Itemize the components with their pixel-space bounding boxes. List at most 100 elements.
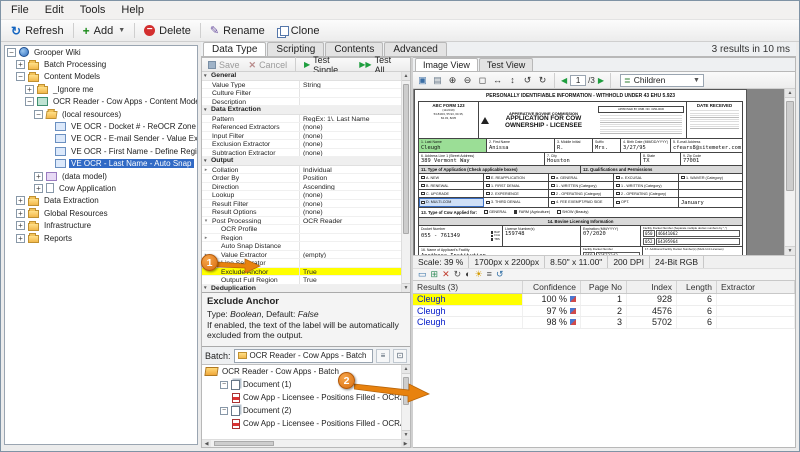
property-row-description[interactable]: Description bbox=[202, 98, 401, 107]
zone-select-icon[interactable]: ▭ bbox=[418, 269, 427, 280]
scroll-right-icon[interactable]: ▶ bbox=[401, 440, 410, 447]
scroll-down-icon[interactable]: ▼ bbox=[402, 283, 410, 292]
property-row-pattern[interactable]: PatternRegEx: 1\. Last Name bbox=[202, 115, 401, 124]
clone-button[interactable]: Clone bbox=[271, 23, 326, 39]
scroll-up-icon[interactable]: ▲ bbox=[402, 365, 410, 374]
scrollbar-thumb[interactable] bbox=[214, 441, 274, 446]
document-page-image[interactable]: PERSONALLY IDENTIFIABLE INFORMATION - WI… bbox=[414, 89, 747, 255]
expander-icon[interactable]: − bbox=[220, 381, 228, 389]
property-row-ocr-profile[interactable]: OCR Profile bbox=[202, 225, 401, 234]
tree-item-grooper-wiki[interactable]: −Grooper Wiki bbox=[5, 46, 197, 58]
batch-expand-icon[interactable]: ⊡ bbox=[393, 349, 407, 363]
property-row-culture-filter[interactable]: Culture Filter bbox=[202, 89, 401, 98]
result-row[interactable]: Cleugh98 %357026 bbox=[413, 317, 795, 329]
fit-height-icon[interactable]: ↕ bbox=[506, 74, 519, 87]
scroll-down-icon[interactable]: ▼ bbox=[402, 430, 410, 439]
expander-icon[interactable]: + bbox=[16, 196, 25, 205]
expander-icon[interactable]: − bbox=[16, 72, 25, 81]
expander-icon[interactable]: + bbox=[34, 184, 43, 193]
property-category[interactable]: ▾Deduplication bbox=[202, 285, 401, 294]
viewer-tab-image-view[interactable]: Image View bbox=[415, 58, 478, 71]
cancel-button[interactable]: ✕ Cancel bbox=[245, 59, 292, 71]
tree-item-cow-application[interactable]: +Cow Application bbox=[5, 182, 197, 194]
batch-horizontal-scrollbar[interactable]: ◀ ▶ bbox=[202, 439, 410, 447]
property-row-referenced-extractors[interactable]: Referenced Extractors(none) bbox=[202, 123, 401, 132]
expander-icon[interactable]: + bbox=[34, 172, 43, 181]
batch-combo[interactable]: OCR Reader - Cow Apps - Batch bbox=[234, 349, 373, 363]
result-row[interactable]: Cleugh100 %19286 bbox=[413, 294, 795, 306]
page-number-input[interactable]: 1 bbox=[570, 75, 586, 86]
property-row-direction[interactable]: DirectionAscending bbox=[202, 183, 401, 192]
tree-item-ve-ocr-last-name-auto-snap[interactable]: VE OCR - Last Name - Auto Snap bbox=[5, 158, 197, 170]
property-category[interactable]: ▾General bbox=[202, 72, 401, 81]
property-row-auto-snap-distance[interactable]: Auto Snap Distance bbox=[202, 242, 401, 251]
menu-tools[interactable]: Tools bbox=[72, 2, 114, 18]
fit-width-icon[interactable]: ↔ bbox=[491, 74, 504, 87]
expander-icon[interactable]: − bbox=[25, 97, 34, 106]
property-row-region[interactable]: ▸Region bbox=[202, 234, 401, 243]
property-category[interactable]: ▾Data Extraction bbox=[202, 106, 401, 115]
viewer-tab-test-view[interactable]: Test View bbox=[479, 58, 533, 71]
copy-image-icon[interactable]: ▤ bbox=[431, 74, 444, 87]
tree-item-ve-ocr-e-mail-sender-value-extractor[interactable]: VE OCR - E-mail Sender - Value Extractor bbox=[5, 133, 197, 145]
measure-icon[interactable]: ≡ bbox=[487, 269, 492, 280]
expander-icon[interactable]: − bbox=[7, 48, 16, 57]
tree-item-ve-ocr-first-name-define-region[interactable]: VE OCR - First Name - Define Region bbox=[5, 145, 197, 157]
property-row-collation[interactable]: ▸CollationIndividual bbox=[202, 166, 401, 175]
expander-icon[interactable]: + bbox=[25, 85, 34, 94]
viewer-scrollbar[interactable]: ▲ ▼ bbox=[784, 89, 795, 255]
tree-item-data-model[interactable]: +(data model) bbox=[5, 170, 197, 182]
property-row-subtraction-extractor[interactable]: Subtraction Extractor(none) bbox=[202, 149, 401, 158]
scroll-up-icon[interactable]: ▲ bbox=[402, 72, 410, 81]
brightness-icon[interactable]: ☀ bbox=[475, 269, 483, 280]
prev-page-icon[interactable]: ◀ bbox=[560, 76, 568, 85]
zone-delete-icon[interactable]: ✕ bbox=[442, 269, 450, 280]
tree-item-data-extraction[interactable]: +Data Extraction bbox=[5, 195, 197, 207]
menu-help[interactable]: Help bbox=[113, 2, 152, 18]
batch-item-cow-app-licensee-positions-fil[interactable]: Cow App - Licensee - Positions Filled - … bbox=[202, 417, 401, 430]
expander-icon[interactable]: + bbox=[16, 234, 25, 243]
image-viewer-canvas[interactable]: PERSONALLY IDENTIFIABLE INFORMATION - WI… bbox=[413, 89, 795, 255]
tree-item-reports[interactable]: +Reports bbox=[5, 232, 197, 244]
tree-item-batch-processing[interactable]: +Batch Processing bbox=[5, 58, 197, 70]
invert-colors-icon[interactable]: ◐ bbox=[465, 269, 470, 280]
delete-button[interactable]: − Delete bbox=[138, 23, 197, 39]
scroll-down-icon[interactable]: ▼ bbox=[785, 246, 795, 255]
tree-item-ve-ocr-docket-reocr-zone[interactable]: VE OCR - Docket # - ReOCR Zone bbox=[5, 120, 197, 132]
menu-file[interactable]: File bbox=[3, 2, 37, 18]
scroll-left-icon[interactable]: ◀ bbox=[202, 440, 211, 447]
tree-item-infrastructure[interactable]: +Infrastructure bbox=[5, 219, 197, 231]
property-row-exclusion-extractor[interactable]: Exclusion Extractor(none) bbox=[202, 140, 401, 149]
save-image-icon[interactable]: ▣ bbox=[416, 74, 429, 87]
batch-view-options-icon[interactable]: ≡ bbox=[376, 349, 390, 363]
scrollbar-thumb[interactable] bbox=[786, 101, 794, 191]
refresh-button[interactable]: ↻ Refresh bbox=[5, 23, 70, 39]
tree-item-ignore-me[interactable]: +_Ignore me bbox=[5, 83, 197, 95]
zoom-out-icon[interactable]: ⊖ bbox=[461, 74, 474, 87]
property-row-result-options[interactable]: Result Options(none) bbox=[202, 208, 401, 217]
expander-icon[interactable]: − bbox=[220, 407, 228, 415]
expander-icon[interactable]: − bbox=[34, 110, 43, 119]
property-row-order-by[interactable]: Order ByPosition bbox=[202, 174, 401, 183]
rename-button[interactable]: ✎ Rename bbox=[204, 23, 271, 39]
property-row-result-filter[interactable]: Result Filter(none) bbox=[202, 200, 401, 209]
children-combo[interactable]: ≣ Children ▼ bbox=[620, 74, 704, 87]
save-button[interactable]: Save bbox=[204, 59, 244, 71]
scroll-up-icon[interactable]: ▲ bbox=[785, 89, 795, 98]
rotate-right-icon[interactable]: ↻ bbox=[536, 74, 549, 87]
property-category[interactable]: ▾Output bbox=[202, 157, 401, 166]
property-row-value-type[interactable]: Value TypeString bbox=[202, 81, 401, 90]
scrollbar-thumb[interactable] bbox=[403, 84, 409, 234]
rotate-left-icon[interactable]: ↺ bbox=[521, 74, 534, 87]
refresh-view-icon[interactable]: ↺ bbox=[496, 269, 504, 280]
result-row[interactable]: Cleugh97 %245766 bbox=[413, 306, 795, 318]
rotate-page-icon[interactable]: ↻ bbox=[454, 269, 462, 280]
zoom-selection-icon[interactable]: ◻ bbox=[476, 74, 489, 87]
tree-item-global-resources[interactable]: +Global Resources bbox=[5, 207, 197, 219]
tab-data-type[interactable]: Data Type bbox=[203, 42, 266, 56]
property-row-input-filter[interactable]: Input Filter(none) bbox=[202, 132, 401, 141]
expander-icon[interactable]: + bbox=[16, 60, 25, 69]
batch-item-document-2[interactable]: −Document (2) bbox=[202, 404, 401, 417]
property-grid-scrollbar[interactable]: ▲ ▼ bbox=[401, 72, 410, 292]
menu-edit[interactable]: Edit bbox=[37, 2, 72, 18]
